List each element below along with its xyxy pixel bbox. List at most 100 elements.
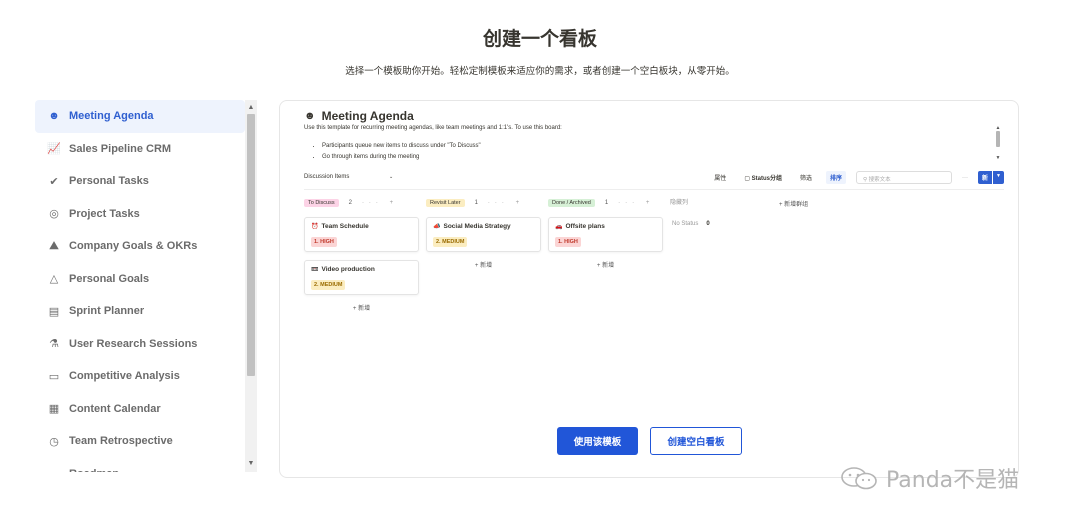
target-icon: ◎ xyxy=(49,208,59,221)
column-count: 1 xyxy=(474,200,478,206)
sidebar-item[interactable]: ◎ Project Tasks xyxy=(35,198,245,231)
card-icon: 📼 xyxy=(311,267,319,273)
sidebar-item[interactable]: ▭ Competitive Analysis xyxy=(35,360,245,393)
search-input[interactable]: ⚲ 搜索文本 xyxy=(856,171,953,184)
sidebar-item-label: Project Tasks xyxy=(69,207,140,220)
group-by-label: Status分组 xyxy=(751,176,782,182)
sidebar-item[interactable]: ☻ Meeting Agenda xyxy=(35,100,245,133)
column-tag[interactable]: To Discuss xyxy=(304,199,339,207)
template-list: ☻ Meeting Agenda 📈 Sales Pipeline CRM ✔ Perso… xyxy=(35,100,245,472)
column-tag[interactable]: Revisit Later xyxy=(426,199,465,207)
board-toolbar: Discussion Items ⌄ 属性 ▢ Status分组 筛选 排序 ⚲… xyxy=(304,171,1004,185)
scroll-down-arrow-icon[interactable]: ▼ xyxy=(245,458,257,470)
sidebar-item[interactable]: ◷ Team Retrospective xyxy=(35,425,245,458)
meeting-icon: ☻ xyxy=(48,110,60,123)
scrollbar-thumb[interactable] xyxy=(247,114,255,376)
sidebar-item-label: User Research Sessions xyxy=(69,337,198,350)
bullet-item: Participants queue new items to discuss … xyxy=(322,141,910,152)
priority-badge: 1. HIGH xyxy=(555,237,581,247)
scroll-down-arrow-icon[interactable]: ▼ xyxy=(994,155,1002,161)
sidebar-item-label: Sales Pipeline CRM xyxy=(69,142,172,155)
column-count: 1 xyxy=(604,200,609,206)
clock-icon: ◷ xyxy=(49,435,59,448)
add-group-button[interactable]: + 新增群组 xyxy=(779,199,808,208)
template-preview: ☻ Meeting Agenda Use this template for r… xyxy=(279,100,1019,478)
sidebar-item[interactable]: ✔ Personal Tasks xyxy=(35,165,245,198)
use-template-button[interactable]: 使用该模板 xyxy=(557,427,638,455)
card-title-text: Team Schedule xyxy=(321,223,369,230)
board-card[interactable]: ⏰ Team Schedule 1. HIGH xyxy=(304,217,419,252)
research-icon: ⚗ xyxy=(49,338,59,351)
column-options[interactable]: ··· + xyxy=(618,200,654,206)
toolbar-actions: 属性 ▢ Status分组 筛选 排序 ⚲ 搜索文本 ··· 新 ▼ xyxy=(710,171,1004,184)
preview-scrollbar[interactable]: ▲ ▼ xyxy=(994,125,1002,161)
view-select[interactable]: Discussion Items ⌄ xyxy=(304,174,393,180)
sidebar-item[interactable]: 📈 Sales Pipeline CRM xyxy=(35,133,245,166)
sidebar-item-label: Company Goals & OKRs xyxy=(69,240,198,253)
watermark: Panda不是猫 xyxy=(840,462,1019,494)
sidebar-item[interactable]: ▦ Content Calendar xyxy=(35,393,245,426)
card-title: 📣 Social Media Strategy xyxy=(433,223,534,230)
sidebar-item-label: Sprint Planner xyxy=(69,305,145,318)
no-status-label: No Status xyxy=(672,221,699,227)
card-icon: ⏰ xyxy=(311,224,319,230)
wechat-icon xyxy=(841,467,877,490)
board-card[interactable]: 📼 Video production 2. MEDIUM xyxy=(304,260,419,295)
folder-icon: ▭ xyxy=(48,370,60,383)
card-title-text: Social Media Strategy xyxy=(443,223,511,230)
chevron-down-icon: ⌄ xyxy=(389,174,394,180)
filter-button[interactable]: 筛选 xyxy=(796,171,816,184)
sidebar-scrollbar[interactable]: ▲ ▼ xyxy=(245,100,257,472)
priority-badge: 2. MEDIUM xyxy=(311,280,346,290)
sidebar-item[interactable]: ⚗ User Research Sessions xyxy=(35,328,245,361)
board-card[interactable]: 📣 Social Media Strategy 2. MEDIUM xyxy=(426,217,541,252)
meeting-icon: ☻ xyxy=(304,110,316,122)
create-blank-board-button[interactable]: 创建空白看板 xyxy=(650,427,742,455)
column-header: To Discuss 2 ··· + xyxy=(304,197,419,209)
column-options[interactable]: ··· + xyxy=(362,200,398,206)
column-tag[interactable]: Done / Archived xyxy=(548,199,595,207)
view-label: Discussion Items xyxy=(304,174,350,180)
check-icon: ✔ xyxy=(49,175,59,188)
page-subtitle: 选择一个模板助你开始。轻松定制模板来适应你的需求，或者创建一个空白板块，从零开始… xyxy=(345,66,735,77)
scroll-up-arrow-icon[interactable]: ▲ xyxy=(245,102,257,114)
column-options[interactable]: ··· + xyxy=(488,200,524,206)
new-button[interactable]: 新 xyxy=(978,171,993,184)
group-by-button[interactable]: ▢ Status分组 xyxy=(740,171,786,184)
sidebar-item[interactable]: ☁ Roadmap xyxy=(35,458,245,472)
planner-icon: ▤ xyxy=(48,305,60,318)
priority-badge: 2. MEDIUM xyxy=(433,237,468,247)
board-column: Done / Archived 1 ··· + 🚗 Offsite plans 1. HI… xyxy=(548,197,663,269)
add-card-button[interactable]: + 新增 xyxy=(548,260,663,269)
mountain-icon: ⛰ xyxy=(49,239,59,252)
preview-scrollbar-thumb[interactable] xyxy=(996,131,1000,147)
calendar-icon: ▦ xyxy=(48,403,60,416)
sidebar-item-label: Meeting Agenda xyxy=(69,110,154,123)
triangle-icon: △ xyxy=(49,273,59,286)
add-card-button[interactable]: + 新增 xyxy=(426,260,541,269)
board-card[interactable]: 🚗 Offsite plans 1. HIGH xyxy=(548,217,663,252)
priority-badge: 1. HIGH xyxy=(311,237,337,247)
properties-button[interactable]: 属性 xyxy=(710,171,730,184)
add-card-button[interactable]: + 新增 xyxy=(304,303,419,312)
chevron-down-icon[interactable]: ▼ xyxy=(992,171,1004,184)
sidebar-item[interactable]: △ Personal Goals xyxy=(35,263,245,296)
board-columns: 隐藏列 No Status 0 + 新增群组 To Discuss 2 ··· + ⏰ T… xyxy=(304,197,1004,397)
no-status-count: 0 xyxy=(706,221,710,227)
sidebar-item[interactable]: ▤ Sprint Planner xyxy=(35,295,245,328)
search-placeholder: 搜索文本 xyxy=(868,177,891,183)
roadmap-icon: ☁ xyxy=(47,467,61,472)
sort-button[interactable]: 排序 xyxy=(826,171,847,184)
template-sidebar: ☻ Meeting Agenda 📈 Sales Pipeline CRM ✔ Perso… xyxy=(35,100,257,472)
preview-description: Use this template for recurring meeting … xyxy=(304,125,562,131)
no-status-column[interactable]: No Status 0 xyxy=(672,221,710,227)
card-icon: 📣 xyxy=(433,224,441,230)
sidebar-item[interactable]: ⛰ Company Goals & OKRs xyxy=(35,230,245,263)
hidden-columns-label: 隐藏列 xyxy=(670,200,689,206)
card-title-text: Offsite plans xyxy=(565,223,605,230)
new-button-group: 新 ▼ xyxy=(978,171,1004,184)
watermark-text: Panda不是猫 xyxy=(886,468,1020,493)
more-options-button[interactable]: ··· xyxy=(962,175,968,181)
preview-title: ☻ Meeting Agenda xyxy=(304,109,414,123)
column-header: Done / Archived 1 ··· + xyxy=(548,197,663,209)
